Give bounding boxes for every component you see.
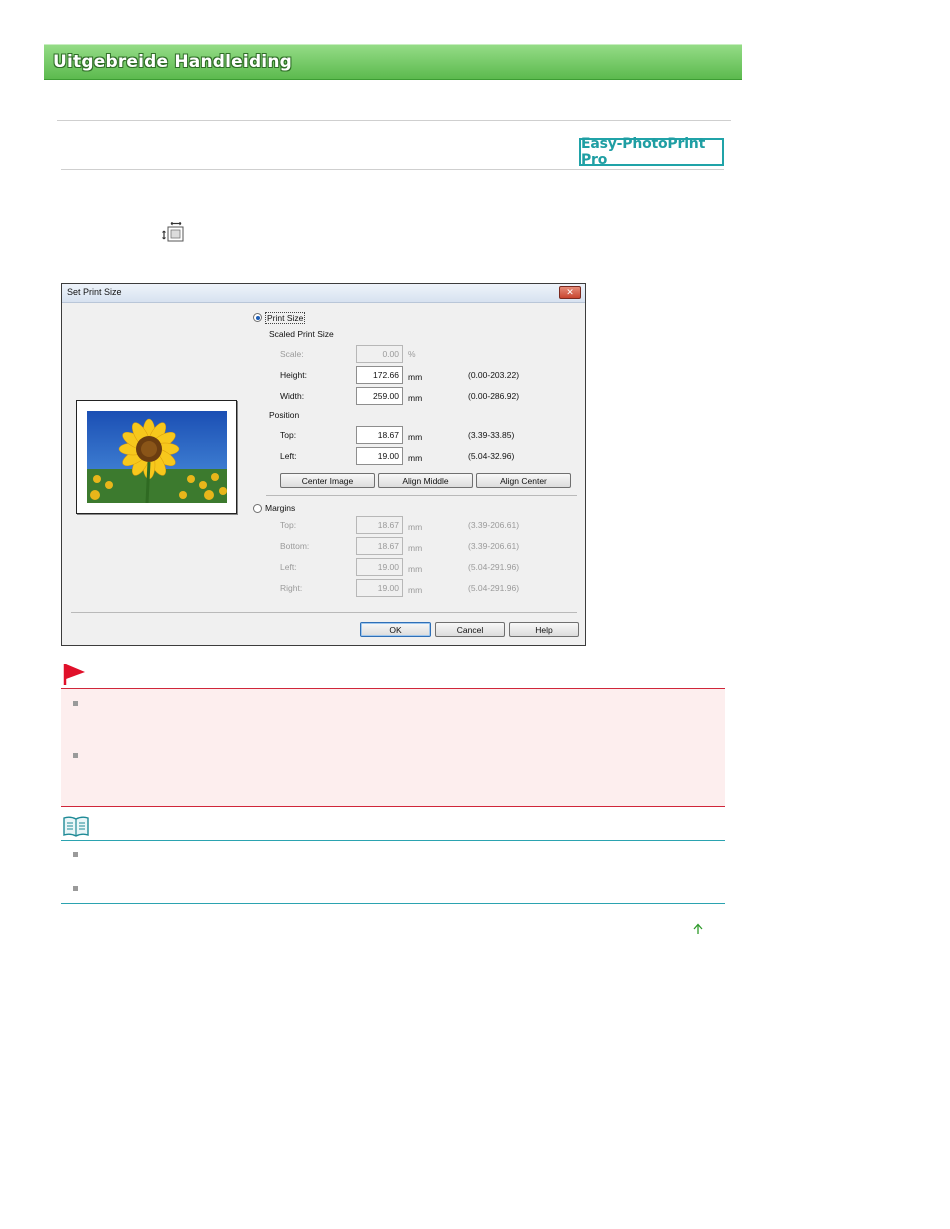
- close-icon: ✕: [566, 287, 574, 297]
- options-separator: [266, 495, 577, 496]
- header-title: Uitgebreide Handleiding: [53, 52, 293, 72]
- print-preview: [76, 400, 237, 514]
- margin-top-input: [356, 516, 403, 534]
- width-input[interactable]: [356, 387, 403, 405]
- ok-button[interactable]: OK: [360, 622, 431, 637]
- scaled-print-size-label: Scaled Print Size: [269, 329, 334, 339]
- print-size-icon: [162, 222, 184, 242]
- help-button[interactable]: Help: [509, 622, 579, 637]
- important-notes-box: [61, 688, 725, 807]
- margin-bottom-label: Bottom:: [280, 541, 310, 551]
- scale-label: Scale:: [280, 349, 304, 359]
- margin-bottom-unit: mm: [408, 543, 423, 553]
- product-logo: Easy-PhotoPrint Pro: [579, 136, 724, 168]
- margin-top-unit: mm: [408, 522, 423, 532]
- height-range: (0.00-203.22): [468, 370, 520, 380]
- top-divider: [57, 120, 731, 121]
- margin-right-input: [356, 579, 403, 597]
- margin-bottom-range: (3.39-206.61): [468, 541, 520, 551]
- up-arrow-icon[interactable]: [692, 923, 704, 935]
- margin-left-range: (5.04-291.96): [468, 562, 520, 572]
- print-size-label: Print Size: [265, 312, 306, 324]
- important-bullet-1: [73, 701, 78, 706]
- scale-unit: %: [408, 349, 416, 359]
- width-label: Width:: [280, 391, 305, 401]
- position-label: Position: [269, 410, 300, 420]
- position-top-unit: mm: [408, 432, 423, 442]
- red-flag-icon: [63, 664, 85, 685]
- position-left-unit: mm: [408, 453, 423, 463]
- product-logo-text: Easy-PhotoPrint Pro: [581, 136, 706, 168]
- margin-right-range: (5.04-291.96): [468, 583, 520, 593]
- dialog-title: Set Print Size: [67, 287, 122, 297]
- header-banner: Uitgebreide Handleiding: [44, 44, 742, 80]
- align-center-button[interactable]: Align Center: [476, 473, 571, 488]
- note-bullet-1: [73, 852, 78, 857]
- position-top-input[interactable]: [356, 426, 403, 444]
- center-image-button[interactable]: Center Image: [280, 473, 375, 488]
- margin-top-range: (3.39-206.61): [468, 520, 520, 530]
- margin-bottom-input: [356, 537, 403, 555]
- dialog-titlebar[interactable]: Set Print Size ✕: [62, 284, 585, 303]
- dialog-close-button[interactable]: ✕: [559, 286, 581, 299]
- logo-divider: [61, 169, 724, 170]
- margins-label: Margins: [265, 503, 296, 513]
- width-range: (0.00-286.92): [468, 391, 520, 401]
- position-left-input[interactable]: [356, 447, 403, 465]
- margin-top-label: Top:: [280, 520, 297, 530]
- position-top-range: (3.39-33.85): [468, 430, 515, 440]
- margin-right-unit: mm: [408, 585, 423, 595]
- print-size-radio[interactable]: [253, 313, 262, 322]
- note-top-rule: [61, 840, 725, 841]
- footer-separator: [71, 612, 577, 613]
- note-bullet-2: [73, 886, 78, 891]
- height-input[interactable]: [356, 366, 403, 384]
- height-unit: mm: [408, 372, 423, 382]
- margins-radio[interactable]: [253, 504, 262, 513]
- height-label: Height:: [280, 370, 307, 380]
- position-left-label: Left:: [280, 451, 297, 461]
- scale-input: [356, 345, 403, 363]
- align-middle-button[interactable]: Align Middle: [378, 473, 473, 488]
- margin-left-input: [356, 558, 403, 576]
- position-left-range: (5.04-32.96): [468, 451, 515, 461]
- important-bullet-2: [73, 753, 78, 758]
- cancel-button[interactable]: Cancel: [435, 622, 505, 637]
- sunflower-image: [87, 411, 227, 503]
- position-top-label: Top:: [280, 430, 297, 440]
- margin-left-unit: mm: [408, 564, 423, 574]
- open-book-icon: [63, 816, 89, 837]
- note-bottom-rule: [61, 903, 725, 904]
- set-print-size-dialog: Set Print Size ✕ Print Size Scaled Print…: [61, 283, 586, 646]
- width-unit: mm: [408, 393, 423, 403]
- margin-right-label: Right:: [280, 583, 303, 593]
- margin-left-label: Left:: [280, 562, 297, 572]
